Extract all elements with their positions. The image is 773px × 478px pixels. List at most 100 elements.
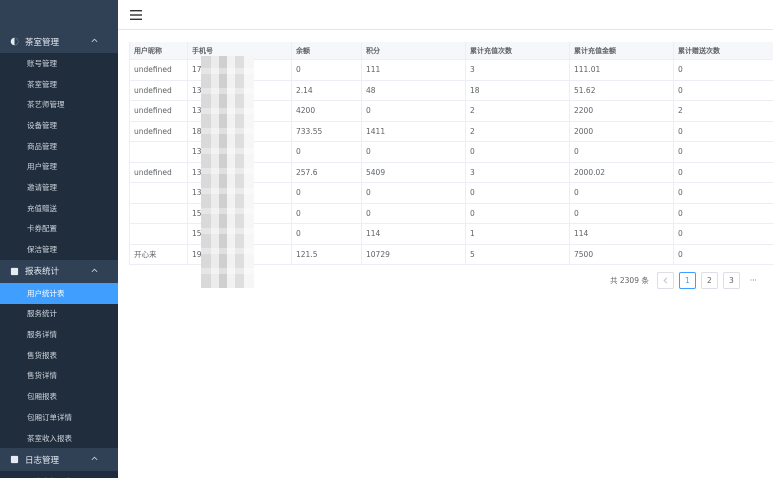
table-cell: 0 xyxy=(678,147,683,157)
table-cell: undefined xyxy=(129,80,188,100)
table-cell xyxy=(129,224,188,244)
table-cell: 0 xyxy=(292,183,362,203)
table-cell: 0 xyxy=(570,183,674,203)
table-cell: 2.14 xyxy=(292,80,362,100)
sidebar-item[interactable]: 服务统计 xyxy=(0,303,118,325)
column-header[interactable]: 积分 xyxy=(362,42,466,59)
sidebar-group-0[interactable]: 茶室管理 xyxy=(0,30,118,53)
table-cell: 0 xyxy=(362,142,466,162)
table-cell: 0 xyxy=(678,65,683,75)
log-icon xyxy=(10,456,19,464)
sidebar: 茶室管理 账号管理 茶室管理 茶艺师管理 设备管理 商品管理 用户管理 邀请管理 充值赠送 卡券配… xyxy=(0,0,118,478)
table-cell: 10729 xyxy=(362,244,466,264)
chevron-left-icon xyxy=(663,277,668,283)
table-cell xyxy=(129,142,188,162)
table-cell: 0 xyxy=(570,203,674,223)
sidebar-item[interactable]: 茶室收入报表 xyxy=(0,427,118,449)
table-cell: 1411 xyxy=(362,121,466,141)
column-header[interactable]: 累计赠送次数 xyxy=(674,42,773,59)
table-cell: 1 xyxy=(466,224,570,244)
sidebar-group-label: 茶室管理 xyxy=(25,37,60,48)
chevron-up-icon xyxy=(91,456,98,461)
table-cell: 0 xyxy=(678,188,683,198)
page-button-1[interactable]: 1 xyxy=(678,271,696,289)
phone-redaction-blur xyxy=(201,56,254,288)
sidebar-item[interactable]: 用户余额日志 xyxy=(0,471,118,478)
table-cell: 0 xyxy=(292,142,362,162)
pagination: 共 2309 条 1 2 3 ··· xyxy=(610,271,767,289)
sidebar-item[interactable]: 卡券配置 xyxy=(0,218,118,240)
more-pages-button[interactable]: ··· xyxy=(744,271,762,289)
sidebar-group-label: 日志管理 xyxy=(25,455,60,466)
table-cell: 0 xyxy=(678,167,683,177)
table-cell: 111.01 xyxy=(570,60,674,80)
chevron-up-icon xyxy=(91,38,98,43)
sidebar-item[interactable]: 设备管理 xyxy=(0,115,118,136)
table-cell: 0 xyxy=(292,224,362,244)
sidebar-group-label: 报表统计 xyxy=(25,267,60,278)
table-cell: 开心来 xyxy=(129,244,188,264)
sidebar-group-1[interactable]: 报表统计 xyxy=(0,260,118,283)
table-cell: 733.55 xyxy=(292,121,362,141)
table-cell: 0 xyxy=(678,126,683,136)
sidebar-group-2[interactable]: 日志管理 xyxy=(0,448,118,471)
sidebar-item[interactable]: 售货报表 xyxy=(0,344,118,366)
table-cell: 0 xyxy=(362,183,466,203)
table-cell: undefined xyxy=(129,162,188,182)
chevron-up-icon xyxy=(91,268,98,272)
table-cell: 2 xyxy=(466,121,570,141)
table-cell: 0 xyxy=(466,142,570,162)
pagination-total: 共 2309 条 xyxy=(610,275,649,285)
page-button-2[interactable]: 2 xyxy=(700,271,718,289)
table-cell xyxy=(129,203,188,223)
table-cell: 2000.02 xyxy=(570,162,674,182)
table-cell: 0 xyxy=(292,60,362,80)
table-cell: 121.5 xyxy=(292,244,362,264)
sidebar-item[interactable]: 用户管理 xyxy=(0,156,118,178)
sidebar-item[interactable]: 服务详情 xyxy=(0,324,118,345)
column-header[interactable]: 累计充值金额 xyxy=(570,42,674,59)
page-button-3[interactable]: 3 xyxy=(722,271,740,289)
sidebar-item[interactable]: 售货详情 xyxy=(0,365,118,387)
table-cell: 0 xyxy=(570,142,674,162)
table-cell: 0 xyxy=(678,208,683,218)
sidebar-item[interactable]: 茶室管理 xyxy=(0,73,118,95)
sidebar-item[interactable]: 邀请管理 xyxy=(0,177,118,198)
table-cell: undefined xyxy=(129,121,188,141)
table-cell: 5 xyxy=(466,244,570,264)
report-icon xyxy=(10,267,19,275)
sidebar-item[interactable]: 茶艺师管理 xyxy=(0,94,118,116)
table-cell: 2000 xyxy=(570,121,674,141)
column-header[interactable]: 累计充值次数 xyxy=(466,42,570,59)
table-cell: 2 xyxy=(678,106,683,116)
prev-page-button[interactable] xyxy=(656,271,674,289)
table-cell: 257.6 xyxy=(292,162,362,182)
table-cell: undefined xyxy=(129,60,188,80)
table-cell: 0 xyxy=(678,85,683,95)
tea-room-icon xyxy=(10,37,19,46)
table-cell: 0 xyxy=(466,183,570,203)
table-cell: 114 xyxy=(570,224,674,244)
sidebar-item[interactable]: 账号管理 xyxy=(0,53,118,74)
table-cell: 111 xyxy=(362,60,466,80)
sidebar-item[interactable]: 用户统计表 xyxy=(0,282,118,304)
table-cell: 0 xyxy=(292,203,362,223)
hamburger-icon[interactable] xyxy=(130,10,142,20)
table-cell: 0 xyxy=(678,229,683,239)
sidebar-item[interactable]: 包厢订单详情 xyxy=(0,407,118,428)
column-header[interactable]: 余额 xyxy=(292,42,362,59)
sidebar-item[interactable]: 保洁管理 xyxy=(0,239,118,260)
table-cell xyxy=(129,183,188,203)
sidebar-item[interactable]: 充值赠送 xyxy=(0,197,118,219)
table-cell: 3 xyxy=(466,60,570,80)
table-cell: 0 xyxy=(678,249,683,259)
table-cell: 7500 xyxy=(570,244,674,264)
sidebar-item[interactable]: 商品管理 xyxy=(0,135,118,157)
top-navbar xyxy=(118,0,773,30)
table-cell: undefined xyxy=(129,101,188,121)
sidebar-item[interactable]: 包厢报表 xyxy=(0,386,118,407)
table-cell: 2 xyxy=(466,101,570,121)
column-header[interactable]: 用户昵称 xyxy=(129,42,188,59)
table-cell: 3 xyxy=(466,162,570,182)
table-cell: 4200 xyxy=(292,101,362,121)
